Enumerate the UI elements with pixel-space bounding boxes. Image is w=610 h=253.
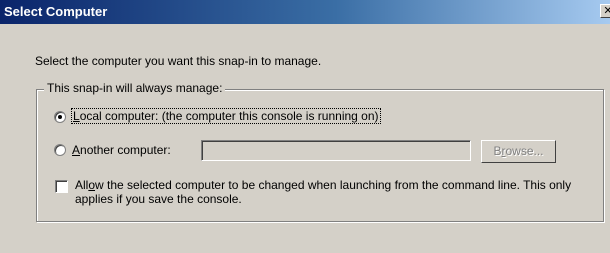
allow-change-label[interactable]: Allow the selected computer to be change… (75, 178, 595, 206)
close-icon: ✕ (603, 5, 610, 17)
local-label-text: ocal computer: (the computer this consol… (79, 109, 379, 123)
another-accel-key: A (72, 143, 81, 157)
focus-rect: Local computer: (the computer this conso… (71, 108, 381, 124)
browse-pre: B (493, 144, 502, 158)
browse-post: owse... (505, 144, 544, 158)
radio-selected-dot (58, 115, 62, 119)
allow-post: w the selected computer to be changed wh… (75, 178, 572, 206)
local-computer-label[interactable]: Local computer: (the computer this conso… (71, 108, 381, 124)
another-computer-radio[interactable] (54, 144, 66, 156)
another-computer-label[interactable]: Another computer: (72, 143, 171, 157)
groupbox-legend: This snap-in will always manage: (44, 81, 226, 95)
browse-button[interactable]: Browse... (481, 140, 556, 163)
close-button[interactable]: ✕ (600, 4, 610, 18)
allow-pre: All (75, 178, 89, 192)
title-bar: Select Computer ✕ (0, 0, 610, 24)
allow-change-checkbox[interactable] (55, 180, 68, 193)
another-computer-input[interactable] (201, 140, 471, 161)
local-computer-radio[interactable] (54, 111, 66, 123)
another-label-text: nother computer: (80, 143, 171, 157)
local-accel-key: L (73, 109, 80, 123)
intro-text: Select the computer you want this snap-i… (35, 54, 322, 68)
window-title: Select Computer (4, 4, 108, 19)
